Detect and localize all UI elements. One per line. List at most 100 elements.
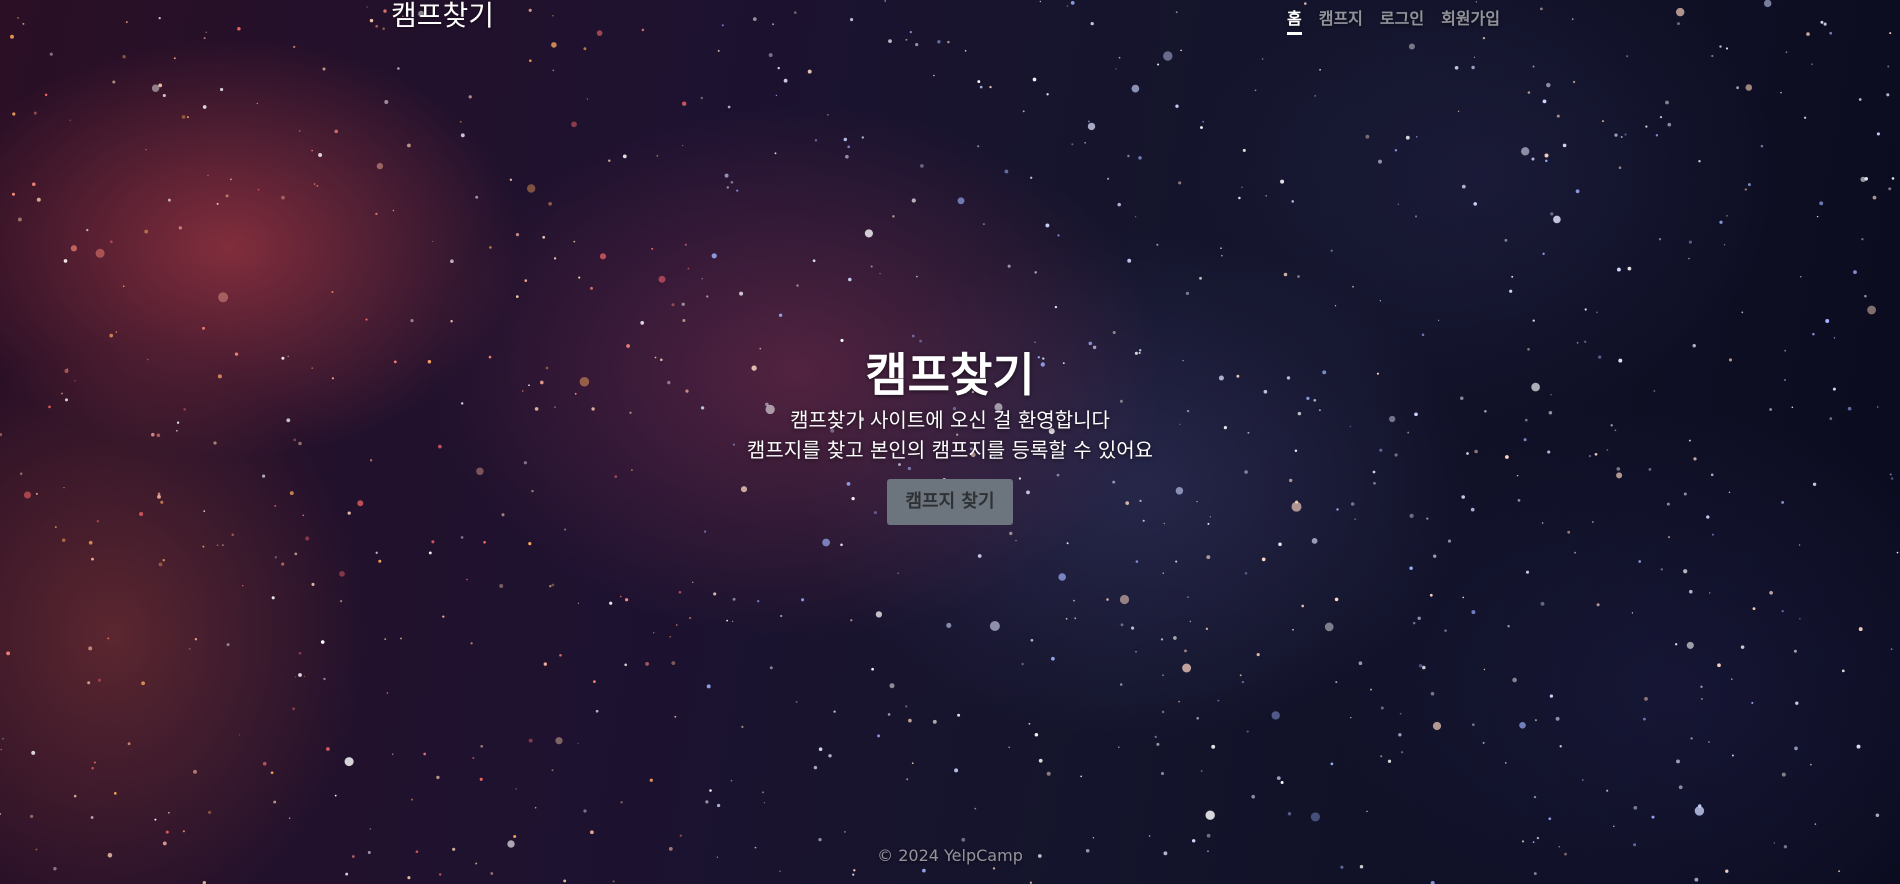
star-dot (736, 189, 739, 192)
star-dot (676, 624, 678, 626)
star-dot (1112, 330, 1116, 335)
star-dot (95, 248, 105, 258)
star-dot (1311, 538, 1318, 544)
brand-logo-link[interactable]: 캠프찾기 (391, 0, 494, 34)
star-dot (1421, 333, 1425, 337)
star-dot (274, 556, 277, 559)
star-dot (879, 272, 881, 275)
star-dot (1021, 662, 1024, 666)
star-dot (542, 235, 546, 239)
star-dot (63, 259, 68, 263)
star-dot (182, 830, 185, 833)
star-dot (1678, 785, 1683, 790)
star-dot (905, 38, 908, 41)
star-dot (1261, 58, 1264, 60)
star-dot (1251, 794, 1256, 799)
star-dot (1519, 721, 1526, 729)
star-dot (822, 538, 830, 547)
star-dot (69, 119, 72, 121)
star-dot (590, 830, 594, 835)
star-dot (230, 178, 232, 181)
star-dot (1178, 181, 1182, 185)
star-dot (1876, 132, 1880, 136)
star-dot (1380, 706, 1384, 710)
star-dot (226, 643, 230, 647)
star-dot (1473, 202, 1477, 206)
star-dot (583, 47, 587, 51)
star-dot (573, 240, 576, 243)
star-dot (850, 619, 853, 622)
star-dot (892, 215, 895, 218)
star-dot (979, 85, 983, 89)
star-dot (1038, 758, 1043, 763)
star-dot (407, 876, 411, 880)
star-dot (1131, 84, 1140, 93)
star-dot (397, 67, 400, 70)
star-dot (1254, 89, 1257, 92)
star-dot (1087, 120, 1090, 123)
star-dot (1525, 570, 1530, 574)
star-dot (513, 835, 517, 838)
star-dot (515, 788, 517, 790)
star-dot (1160, 638, 1164, 641)
star-dot (1686, 641, 1694, 649)
nav-link-campgrounds[interactable]: 캠프지 (1319, 5, 1363, 35)
star-dot (1643, 717, 1646, 721)
star-dot (1007, 264, 1011, 268)
star-dot (726, 619, 728, 622)
star-dot (1576, 341, 1579, 344)
star-dot (1697, 804, 1702, 808)
star-dot (1335, 681, 1338, 684)
star-dot (739, 291, 744, 296)
star-dot (11, 192, 16, 196)
star-dot (1241, 680, 1245, 684)
star-dot (202, 105, 207, 109)
star-dot (1163, 51, 1173, 61)
star-dot (1430, 691, 1435, 696)
star-dot (345, 872, 349, 876)
star-dot (932, 719, 937, 724)
star-dot (1287, 812, 1292, 816)
star-dot (1319, 68, 1321, 71)
star-dot (36, 197, 41, 202)
nav-link-login[interactable]: 로그인 (1380, 5, 1424, 35)
star-dot (480, 744, 484, 748)
star-dot (145, 149, 147, 151)
star-dot (1291, 200, 1294, 203)
star-dot (779, 870, 781, 872)
star-dot (242, 585, 244, 587)
nav-link-register[interactable]: 회원가입 (1441, 5, 1500, 35)
star-dot (1473, 56, 1476, 58)
nav-link-home[interactable]: 홈 (1287, 5, 1302, 35)
star-dot (423, 752, 427, 756)
star-dot (231, 533, 234, 537)
star-dot (549, 584, 552, 588)
star-dot (706, 295, 709, 298)
star-dot (1022, 110, 1025, 113)
star-dot (1736, 86, 1740, 90)
star-dot (1575, 189, 1580, 194)
star-dot (1182, 663, 1192, 673)
star-dot (624, 663, 628, 667)
star-dot (479, 777, 483, 781)
star-dot (298, 651, 302, 655)
star-dot (428, 551, 432, 555)
star-dot (167, 198, 171, 202)
star-dot (1620, 135, 1623, 139)
star-dot (1206, 833, 1211, 838)
star-dot (559, 653, 562, 657)
star-dot (640, 321, 645, 325)
star-dot (162, 841, 167, 846)
star-dot (375, 212, 378, 216)
star-dot (400, 637, 402, 640)
star-dot (1457, 110, 1460, 112)
star-dot (1156, 243, 1159, 246)
find-campgrounds-button[interactable]: 캠프지 찾기 (887, 479, 1013, 525)
star-dot (1073, 599, 1075, 602)
star-dot (1645, 125, 1648, 128)
star-dot (339, 599, 343, 603)
star-dot (887, 713, 891, 716)
star-dot (653, 632, 655, 634)
star-dot (1769, 590, 1773, 595)
star-dot (32, 182, 36, 187)
